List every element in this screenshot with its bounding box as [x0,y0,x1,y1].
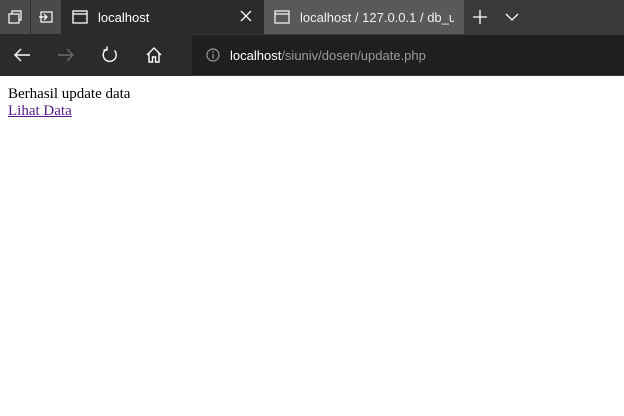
tab-bar: localhost localhost / 127.0.0.1 / db_un [0,0,624,34]
back-button[interactable] [0,34,44,76]
forward-button[interactable] [44,34,88,76]
page-icon [72,10,88,24]
refresh-icon [102,46,117,63]
home-button[interactable] [132,34,176,76]
tab-title: localhost / 127.0.0.1 / db_un [300,9,454,25]
tab-preview-icon [8,10,22,24]
tab-list-button[interactable] [496,0,528,34]
page-content: Berhasil update data Lihat Data [0,76,624,130]
view-data-link[interactable]: Lihat Data [8,103,72,119]
plus-icon [473,10,487,24]
home-icon [146,47,162,63]
tab-phpmyadmin[interactable]: localhost / 127.0.0.1 / db_un [264,0,464,34]
arrow-right-icon [58,48,74,62]
tab-title: localhost [98,9,150,25]
tab-preview-button[interactable] [0,0,31,34]
refresh-button[interactable] [88,34,132,76]
address-bar[interactable]: localhost/siuniv/dosen/update.php [192,34,624,76]
page-icon [274,10,290,24]
url-path: /siuniv/dosen/update.php [281,47,426,63]
tab-localhost[interactable]: localhost [62,0,264,34]
url-host: localhost [230,47,282,63]
arrow-left-icon [14,48,30,62]
close-tab-icon[interactable] [240,10,252,22]
navigation-bar: localhost/siuniv/dosen/update.php [0,34,624,76]
set-aside-icon [39,11,53,23]
info-icon[interactable] [206,48,220,62]
chevron-down-icon [505,13,519,21]
set-aside-tabs-button[interactable] [31,0,62,34]
success-message: Berhasil update data [8,86,131,102]
new-tab-button[interactable] [464,0,496,34]
